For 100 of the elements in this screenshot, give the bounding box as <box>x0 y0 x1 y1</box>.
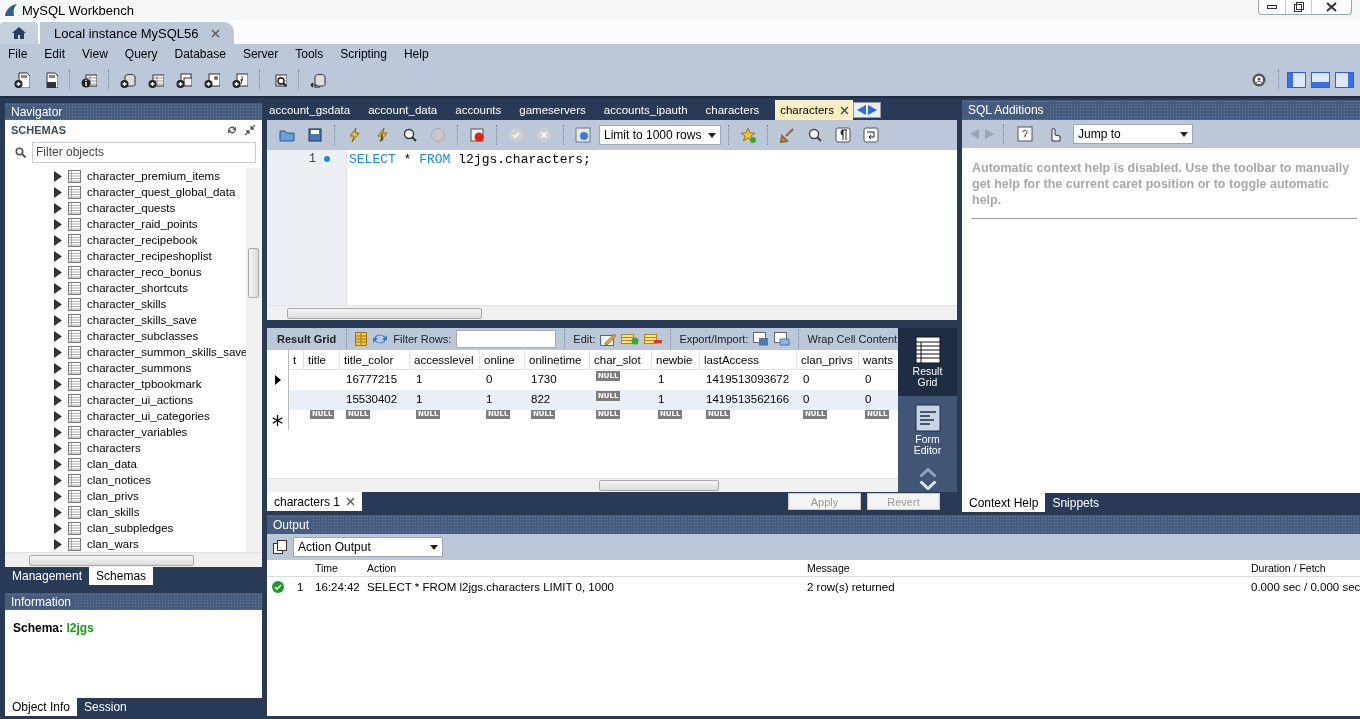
filter-rows-field[interactable] <box>456 330 557 348</box>
expander-icon[interactable] <box>53 250 62 262</box>
table-name[interactable]: character_reco_bonus <box>87 266 202 278</box>
menu-item[interactable]: Database <box>174 47 234 61</box>
column-header[interactable]: Message <box>807 562 850 574</box>
close-icon[interactable] <box>346 497 356 506</box>
limit-dropdown[interactable]: Limit to 1000 rows <box>599 125 721 145</box>
column-header[interactable]: online <box>480 350 525 370</box>
editor-tab[interactable]: characters <box>775 100 853 120</box>
expander-icon[interactable] <box>53 170 62 182</box>
table-name[interactable]: character_shortcuts <box>87 282 188 294</box>
expander-icon[interactable] <box>53 394 62 406</box>
column-header[interactable]: Action <box>367 562 397 574</box>
table-name[interactable]: character_quests <box>87 202 176 214</box>
editor-tab[interactable]: account_gsdata <box>267 100 359 120</box>
table-name[interactable]: character_variables <box>87 426 188 438</box>
menu-item[interactable]: File <box>8 47 36 61</box>
expander-icon[interactable] <box>53 490 62 502</box>
panel-tab[interactable]: Context Help <box>962 493 1046 512</box>
table-name[interactable]: characters <box>87 442 141 454</box>
expander-icon[interactable] <box>53 266 62 278</box>
expander-icon[interactable] <box>53 282 62 294</box>
filter-field[interactable]: Filter objects <box>32 141 256 163</box>
editor-tab[interactable]: accounts <box>453 100 510 120</box>
result-grid-tab[interactable]: Result Grid <box>271 333 339 345</box>
table-name[interactable]: character_ui_actions <box>87 394 194 406</box>
expander-icon[interactable] <box>53 314 62 326</box>
expander-icon[interactable] <box>53 378 62 390</box>
table-name[interactable]: clan_wars <box>87 538 139 550</box>
editor-tab[interactable]: account_data <box>366 100 446 120</box>
expander-icon[interactable] <box>53 522 62 534</box>
column-header[interactable]: title <box>304 350 340 370</box>
editor-tab[interactable]: accounts_ipauth <box>601 100 696 120</box>
vertical-scrollbar[interactable] <box>246 168 262 552</box>
panel-tab[interactable]: Object Info <box>5 698 78 716</box>
expander-icon[interactable] <box>53 330 62 342</box>
menu-item[interactable]: Scripting <box>340 47 395 61</box>
expander-icon[interactable] <box>53 458 62 470</box>
column-header[interactable]: lastAccess <box>700 350 797 370</box>
expander-icon[interactable] <box>53 218 62 230</box>
editor-tab[interactable]: gameservers <box>517 100 594 120</box>
horizontal-scrollbar[interactable] <box>5 552 262 567</box>
right-arrow-icon[interactable] <box>867 105 877 115</box>
menu-item[interactable]: Edit <box>44 47 74 61</box>
table-name[interactable]: clan_skills <box>87 506 140 518</box>
menu-item[interactable]: Server <box>242 47 287 61</box>
view-switch-button[interactable]: Result Grid <box>898 328 957 396</box>
expander-icon[interactable] <box>53 474 62 486</box>
horizontal-scrollbar[interactable] <box>267 478 898 492</box>
column-header[interactable]: newbie <box>652 350 700 370</box>
expander-icon[interactable] <box>53 186 62 198</box>
panel-tab[interactable]: Session <box>77 698 134 716</box>
panel-tab[interactable]: Management <box>5 567 90 585</box>
menu-item[interactable]: Query <box>124 47 166 61</box>
result-tab[interactable]: characters 1 <box>267 492 363 511</box>
table-name[interactable]: character_tpbookmark <box>87 378 202 390</box>
column-header[interactable]: Duration / Fetch <box>1251 562 1326 574</box>
output-mode-dropdown[interactable]: Action Output <box>293 537 443 557</box>
home-tab[interactable] <box>0 22 38 44</box>
panel-tab[interactable]: Snippets <box>1045 493 1107 512</box>
editor-tab[interactable]: characters <box>703 100 768 120</box>
expander-icon[interactable] <box>53 538 62 550</box>
column-header[interactable]: accesslevel <box>410 350 480 370</box>
column-header[interactable]: title_color <box>340 350 410 370</box>
table-name[interactable]: character_skills_save <box>87 314 197 326</box>
expander-icon[interactable] <box>53 202 62 214</box>
close-icon[interactable] <box>210 28 220 38</box>
expander-icon[interactable] <box>53 346 62 358</box>
expander-icon[interactable] <box>53 410 62 422</box>
column-header[interactable]: onlinetime <box>525 350 590 370</box>
table-name[interactable]: clan_data <box>87 458 137 470</box>
table-name[interactable]: character_skills <box>87 298 167 310</box>
collapse-button[interactable] <box>244 124 256 136</box>
table-name[interactable]: character_premium_items <box>87 170 220 182</box>
table-name[interactable]: clan_notices <box>87 474 151 486</box>
expander-icon[interactable] <box>53 362 62 374</box>
panel-tab[interactable]: Schemas <box>89 567 154 585</box>
table-name[interactable]: clan_subpledges <box>87 522 174 534</box>
close-icon[interactable] <box>839 105 849 115</box>
column-header[interactable]: t <box>289 350 304 370</box>
column-header[interactable]: char_slot <box>590 350 652 370</box>
left-arrow-icon[interactable] <box>856 105 866 115</box>
expander-icon[interactable] <box>53 426 62 438</box>
table-name[interactable]: character_ui_categories <box>87 410 210 422</box>
menu-item[interactable]: Tools <box>295 47 332 61</box>
menu-item[interactable]: View <box>82 47 116 61</box>
table-name[interactable]: character_recipebook <box>87 234 198 246</box>
menu-item[interactable]: Help <box>403 47 437 61</box>
horizontal-scrollbar[interactable] <box>267 305 957 320</box>
column-header[interactable]: Time <box>315 562 338 574</box>
sql-editor[interactable]: 1 SELECT * FROM l2jgs.characters; <box>267 150 957 305</box>
table-name[interactable]: character_summons <box>87 362 192 374</box>
table-name[interactable]: character_recipeshoplist <box>87 250 212 262</box>
expander-icon[interactable] <box>53 234 62 246</box>
table-name[interactable]: character_subclasses <box>87 330 199 342</box>
table-name[interactable]: character_quest_global_data <box>87 186 236 198</box>
expander-icon[interactable] <box>53 442 62 454</box>
refresh-button[interactable] <box>226 124 238 136</box>
column-header[interactable]: clan_privs <box>797 350 859 370</box>
table-name[interactable]: character_raid_points <box>87 218 198 230</box>
